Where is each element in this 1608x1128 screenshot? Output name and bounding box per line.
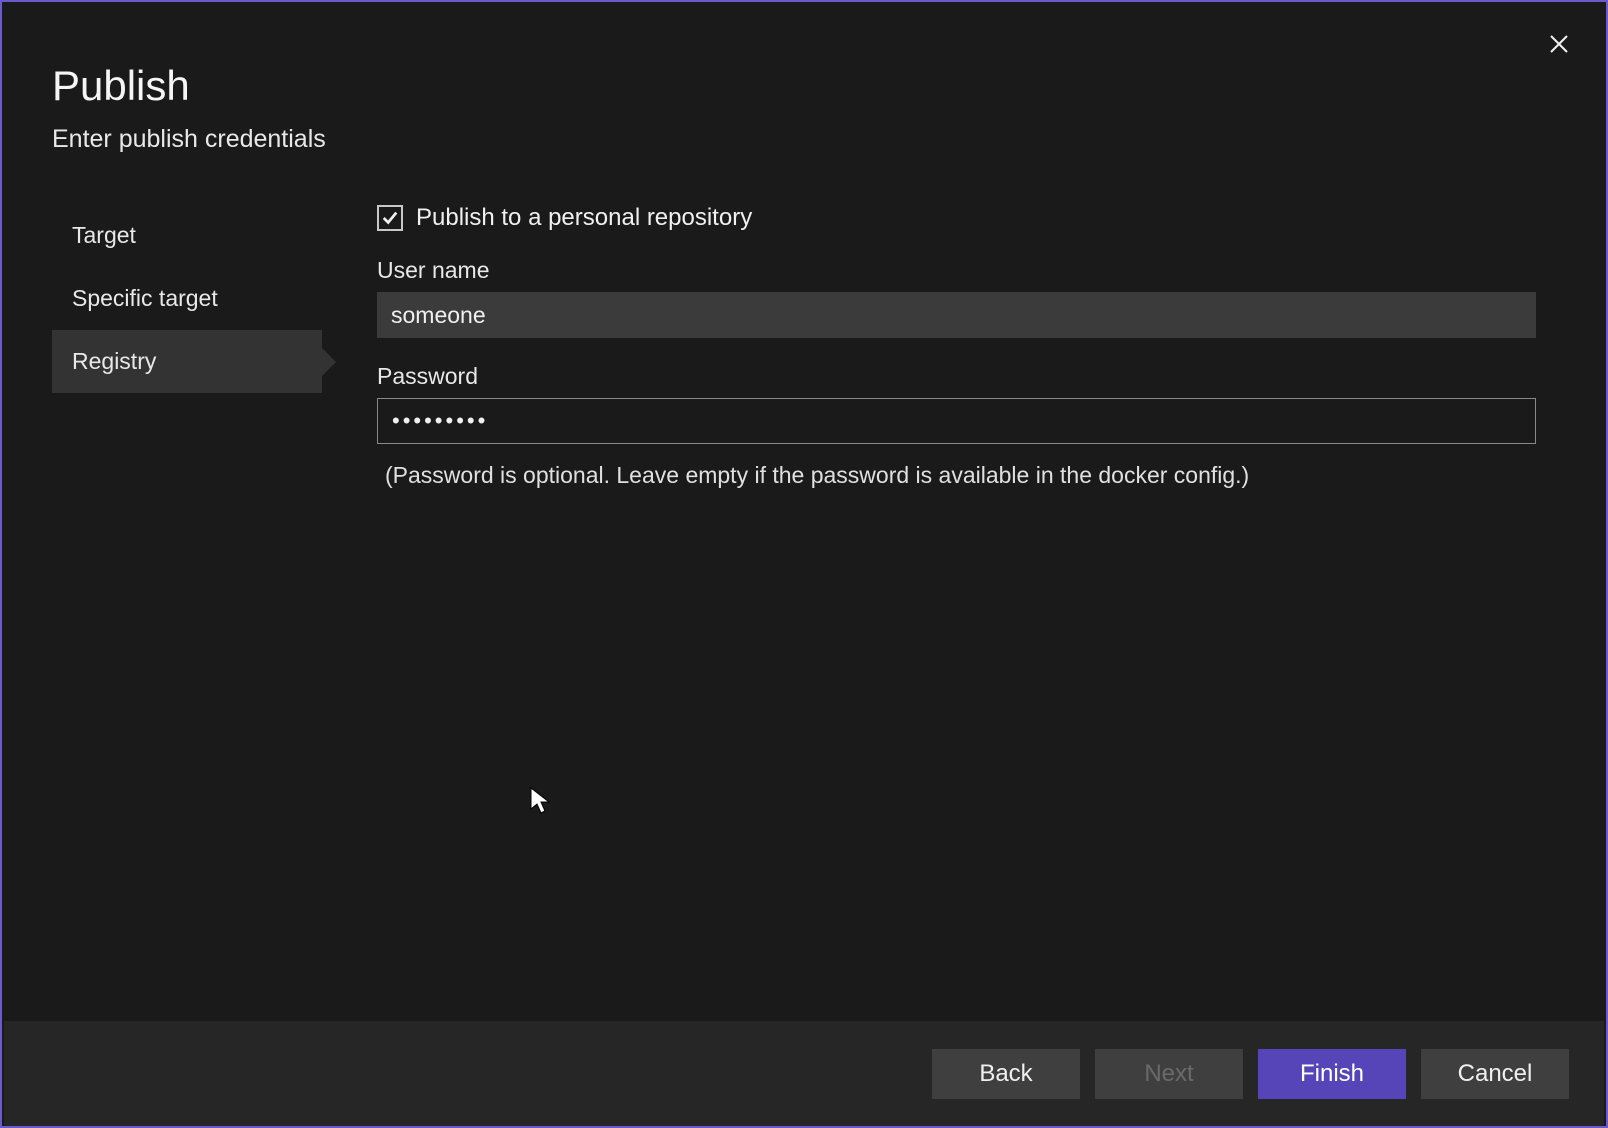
dialog-footer: Back Next Finish Cancel <box>4 1021 1604 1126</box>
finish-button[interactable]: Finish <box>1258 1049 1406 1099</box>
sidebar-item-label: Specific target <box>72 285 218 311</box>
username-input[interactable] <box>377 292 1536 338</box>
next-button: Next <box>1095 1049 1243 1099</box>
password-input[interactable] <box>377 398 1536 444</box>
dialog-subtitle: Enter publish credentials <box>52 125 1556 154</box>
username-label: User name <box>377 257 1536 284</box>
dialog-header: Publish Enter publish credentials <box>2 2 1606 154</box>
close-button[interactable] <box>1547 32 1571 56</box>
wizard-sidebar: Target Specific target Registry <box>52 204 322 489</box>
sidebar-item-specific-target[interactable]: Specific target <box>52 267 322 330</box>
cancel-button[interactable]: Cancel <box>1421 1049 1569 1099</box>
personal-repo-checkbox[interactable] <box>377 205 403 231</box>
mouse-cursor-icon <box>530 787 552 815</box>
personal-repo-label: Publish to a personal repository <box>416 204 752 232</box>
password-hint: (Password is optional. Leave empty if th… <box>377 462 1536 489</box>
checkmark-icon <box>381 209 399 227</box>
dialog-content: Target Specific target Registry Publish … <box>2 154 1606 489</box>
dialog-title: Publish <box>52 62 1556 110</box>
password-label: Password <box>377 363 1536 390</box>
back-button[interactable]: Back <box>932 1049 1080 1099</box>
sidebar-item-label: Registry <box>72 348 156 374</box>
form-area: Publish to a personal repository User na… <box>322 204 1566 489</box>
personal-repo-row: Publish to a personal repository <box>377 204 1536 232</box>
sidebar-item-registry[interactable]: Registry <box>52 330 322 393</box>
close-icon <box>1549 34 1569 54</box>
sidebar-item-target[interactable]: Target <box>52 204 322 267</box>
sidebar-item-label: Target <box>72 222 136 248</box>
